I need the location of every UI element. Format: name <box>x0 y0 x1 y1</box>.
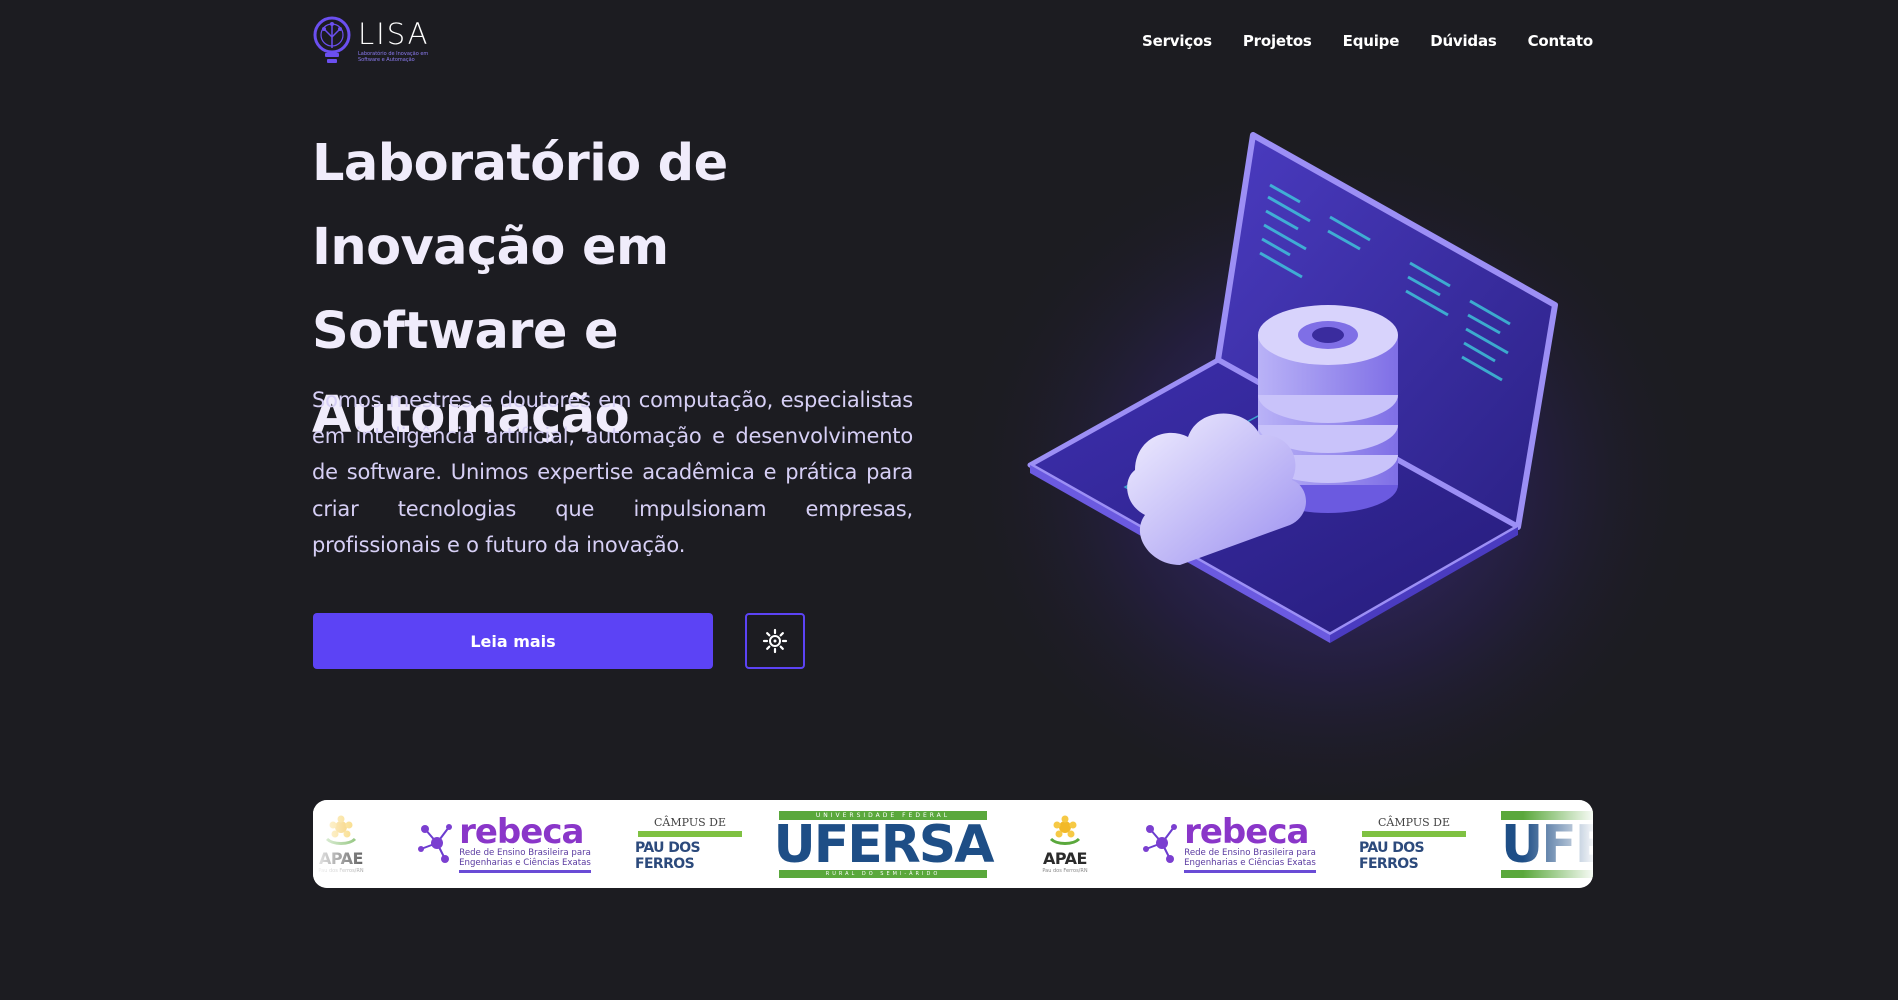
campus-top-text: CÂMPUS DE <box>1378 816 1450 829</box>
ufersa-bottom-band: RURAL DO SEMI-ÁRIDO <box>779 869 987 878</box>
logo-title: LISA <box>358 16 430 51</box>
rebeca-name: rebeca <box>1184 811 1309 852</box>
nav-duvidas[interactable]: Dúvidas <box>1430 32 1497 50</box>
campus-bottom-text: PAU DOS FERROS <box>1359 840 1425 872</box>
hero-description: Somos mestres e doutores em computação, … <box>312 388 913 557</box>
rebeca-tagline-2: Engenharias e Ciências Exatas <box>459 857 591 868</box>
apae-flower-icon <box>1049 815 1081 845</box>
rebeca-network-icon <box>1143 824 1178 863</box>
logo-subtitle: Laboratório de Inovação em Software e Au… <box>358 50 429 63</box>
partner-apae-logo: APAE Pau dos Ferros/RN <box>1035 800 1095 888</box>
nav-projetos[interactable]: Projetos <box>1243 32 1312 50</box>
apae-name: APAE <box>1043 848 1087 868</box>
partner-ufersa-logo: UNIVERSIDADE FEDERAL UFERSA RURAL DO SEM… <box>774 800 995 888</box>
partners-carousel[interactable]: APAE Pau dos Ferros/RN rebeca Rede de En… <box>313 800 1593 888</box>
carousel-fade-left <box>313 800 383 888</box>
theme-toggle-button[interactable] <box>745 613 805 669</box>
nav-equipe[interactable]: Equipe <box>1343 32 1400 50</box>
rebeca-network-icon <box>418 824 453 863</box>
lightbulb-logo-icon <box>313 16 351 63</box>
partner-campus-logo: CÂMPUS DE PAU DOS FERROS <box>635 800 745 888</box>
campus-divider <box>638 831 742 837</box>
ufersa-name: UFERSA <box>773 814 995 875</box>
partner-rebeca-logo: rebeca Rede de Ensino Brasileira para En… <box>408 800 598 888</box>
nav-servicos[interactable]: Serviços <box>1142 32 1212 50</box>
rebeca-name: rebeca <box>459 811 584 852</box>
rebeca-tagline: Rede de Ensino Brasileira para Engenhari… <box>1184 848 1316 874</box>
logo[interactable]: LISA Laboratório de Inovação em Software… <box>312 15 434 67</box>
main-nav: Serviços Projetos Equipe Dúvidas Contato <box>1142 32 1593 50</box>
sun-icon <box>762 628 788 654</box>
site-header: LISA Laboratório de Inovação em Software… <box>312 12 1593 70</box>
apae-sub: Pau dos Ferros/RN <box>1042 867 1088 874</box>
laptop-server-illustration <box>950 95 1710 795</box>
rebeca-tagline: Rede de Ensino Brasileira para Engenhari… <box>459 848 591 874</box>
partner-campus-logo: CÂMPUS DE PAU DOS FERROS <box>1359 800 1469 888</box>
campus-divider <box>1362 831 1466 837</box>
rebeca-tagline-2: Engenharias e Ciências Exatas <box>1184 857 1316 868</box>
carousel-fade-right <box>1523 800 1593 888</box>
read-more-button[interactable]: Leia mais <box>313 613 713 669</box>
partner-rebeca-logo: rebeca Rede de Ensino Brasileira para En… <box>1133 800 1323 888</box>
logo-text: LISA Laboratório de Inovação em Software… <box>358 16 434 63</box>
campus-top-text: CÂMPUS DE <box>654 816 726 829</box>
nav-contato[interactable]: Contato <box>1528 32 1594 50</box>
campus-bottom-text: PAU DOS FERROS <box>635 840 701 872</box>
